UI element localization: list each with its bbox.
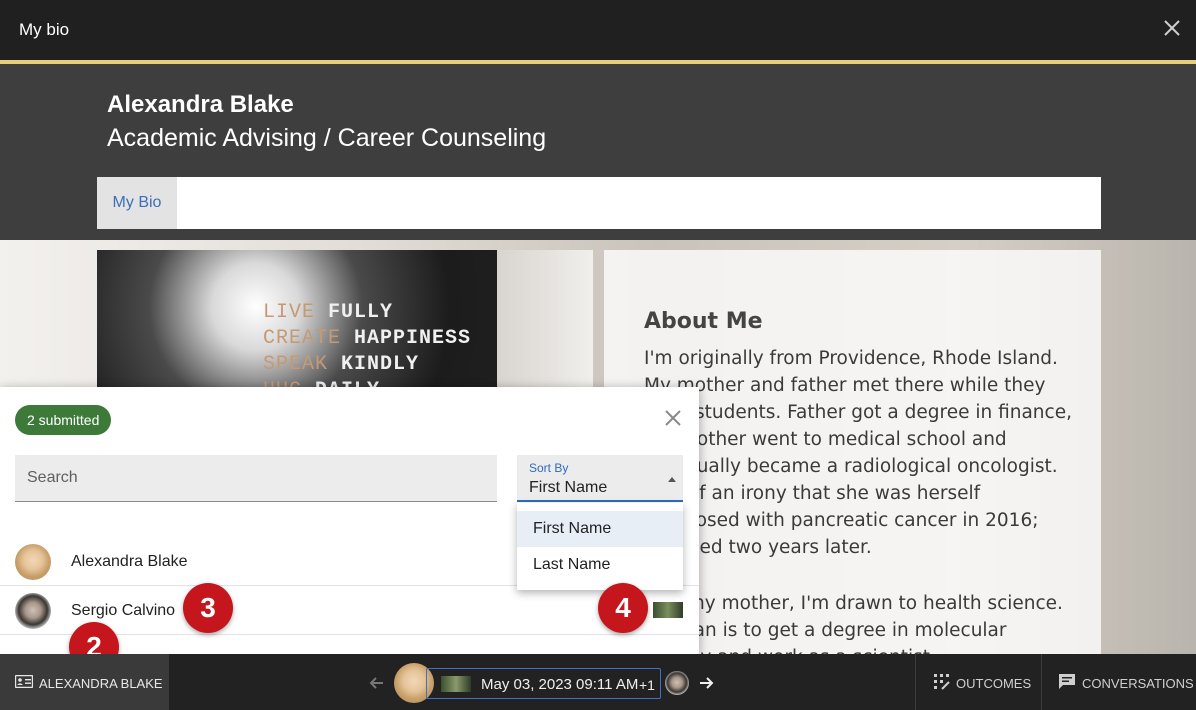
outcomes-label: OUTCOMES: [956, 676, 1032, 691]
submission-thumbnail: [441, 676, 471, 692]
search-input[interactable]: [15, 455, 497, 501]
sort-option-first-name[interactable]: First Name: [517, 511, 683, 547]
outcomes-button[interactable]: OUTCOMES: [915, 654, 1041, 710]
sort-by-label: Sort By: [529, 461, 569, 475]
conversations-label: CONVERSATIONS: [1082, 676, 1194, 691]
student-name: Alexandra Blake: [71, 553, 188, 570]
about-heading: About Me: [644, 309, 763, 334]
tab-my-bio[interactable]: My Bio: [97, 177, 177, 229]
profile-header: Alexandra Blake Academic Advising / Care…: [0, 64, 1196, 240]
student-name: Sergio Calvino: [71, 602, 176, 619]
about-paragraph-1: I'm originally from Providence, Rhode Is…: [644, 348, 1072, 558]
avatar: [665, 671, 689, 695]
arrow-right-icon[interactable]: [697, 674, 715, 692]
caret-up-icon: [668, 477, 676, 482]
close-icon[interactable]: [663, 408, 683, 428]
callout-marker-3: 3: [183, 583, 233, 633]
callout-marker-4: 4: [598, 583, 648, 633]
sort-by-value: First Name: [529, 479, 608, 496]
avatar: [15, 544, 51, 580]
submission-thumbnail[interactable]: [653, 602, 683, 618]
submission-selector[interactable]: May 03, 2023 09:11 AM +1: [426, 668, 661, 699]
submission-date: May 03, 2023 09:11 AM: [481, 676, 639, 693]
more-submissions-count: +1: [639, 677, 655, 693]
search-field: [15, 455, 497, 502]
submitted-count-badge: 2 submitted: [15, 405, 112, 435]
profile-department: Academic Advising / Career Counseling: [107, 124, 547, 152]
contact-card-icon: [15, 675, 33, 688]
student-selector-button[interactable]: ALEXANDRA BLAKE: [0, 654, 169, 710]
bottom-toolbar: ALEXANDRA BLAKE May 03, 2023 09:11 AM +1…: [0, 654, 1196, 710]
arrow-left-icon[interactable]: [368, 674, 386, 692]
outcomes-icon: [934, 674, 950, 690]
sort-by-select[interactable]: Sort By First Name: [517, 455, 683, 502]
close-icon[interactable]: [1162, 18, 1182, 38]
chat-icon: [1059, 674, 1075, 689]
conversations-button[interactable]: CONVERSATIONS: [1041, 654, 1196, 710]
student-selector-label: ALEXANDRA BLAKE: [39, 676, 163, 691]
profile-name: Alexandra Blake: [107, 91, 294, 118]
sort-by-menu: First Name Last Name: [517, 503, 683, 590]
tab-bar: My Bio: [97, 177, 1101, 229]
avatar: [15, 593, 51, 629]
window-title: My bio: [19, 20, 70, 39]
title-bar: My bio: [0, 0, 1196, 60]
sort-option-last-name[interactable]: Last Name: [517, 547, 683, 583]
